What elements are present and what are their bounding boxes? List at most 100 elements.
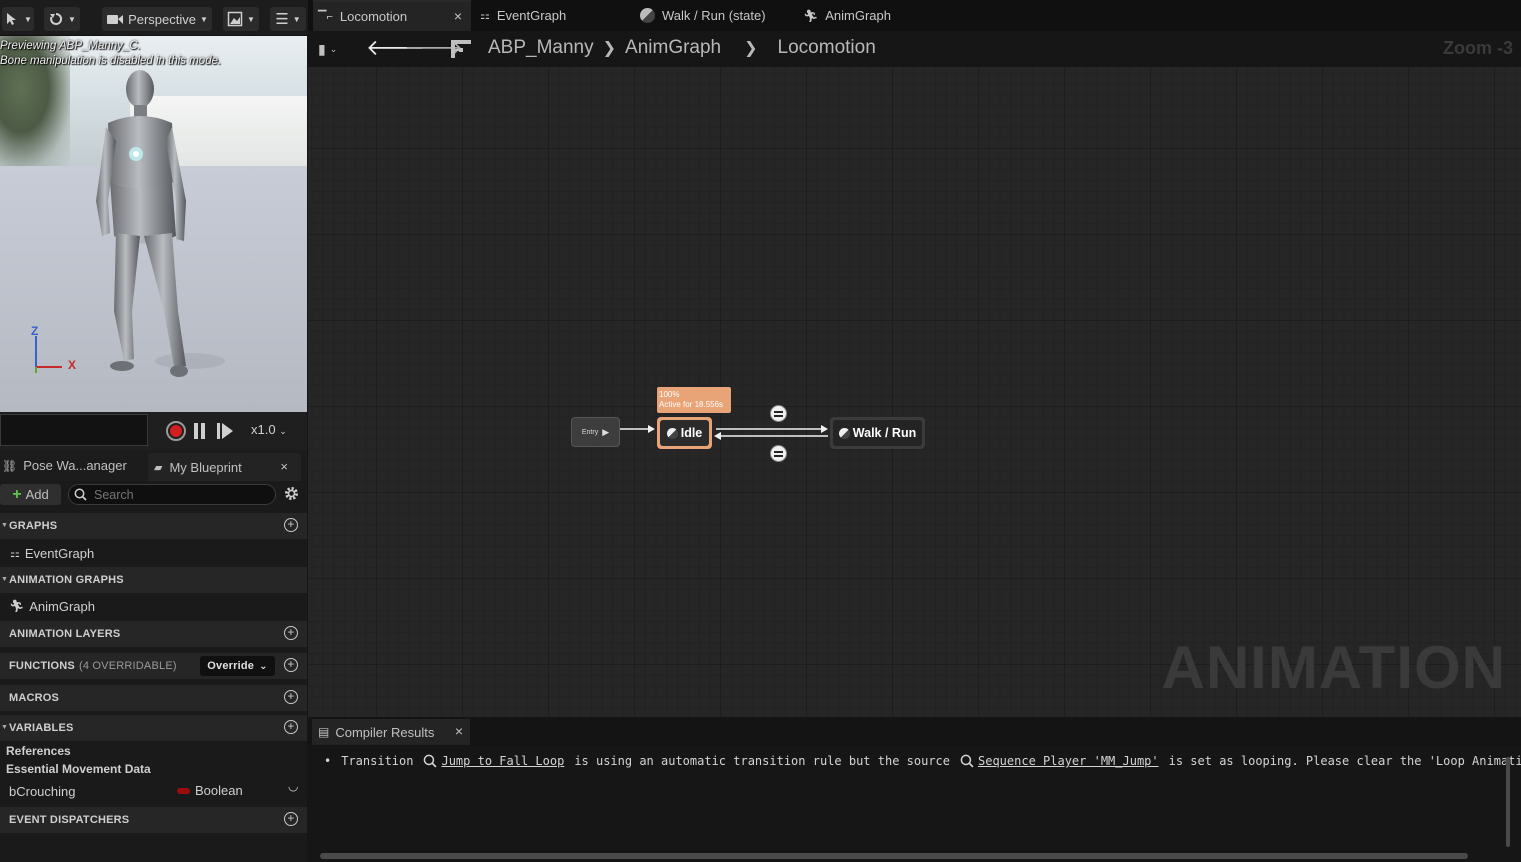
override-dropdown[interactable]: Override ⌄ <box>200 656 275 676</box>
variable-row[interactable]: bCrouching Boolean ◡ <box>0 779 307 803</box>
add-dispatcher-icon[interactable]: + <box>284 812 298 826</box>
category-essential-movement[interactable]: Essential Movement Data <box>0 760 307 778</box>
tab-event-graph-label: EventGraph <box>496 8 567 23</box>
breadcrumb-root[interactable]: ABP_Manny <box>488 37 594 59</box>
record-button[interactable] <box>166 421 186 441</box>
horizontal-scrollbar[interactable] <box>320 853 1468 859</box>
running-man-icon: 🏃︎ <box>803 8 819 23</box>
add-graph-icon[interactable]: + <box>284 518 298 532</box>
compiler-icon: ▤ <box>318 725 330 739</box>
add-macro-icon[interactable]: + <box>284 690 298 704</box>
section-animation-graphs[interactable]: ▼ ANIMATION GRAPHS <box>0 567 307 593</box>
playback-speed[interactable]: x1.0 ⌄ <box>251 422 287 437</box>
step-forward-icon <box>217 423 233 439</box>
my-blueprint-panel: + Add ▼ GRAPHS + ⚏ EventGraph ▼ ANIMATIO… <box>0 481 307 862</box>
tab-locomotion[interactable]: ▔⌐ Locomotion × <box>313 0 471 31</box>
event-graph-icon: ⚏ <box>480 10 490 22</box>
close-icon[interactable]: × <box>454 8 462 24</box>
category-references-label: References <box>6 744 71 758</box>
pose-watch-icon: ⛓ <box>2 458 18 473</box>
playback-bar: x1.0 ⌄ <box>0 412 307 450</box>
add-button-label: Add <box>25 487 49 502</box>
pause-button[interactable] <box>194 423 208 439</box>
section-animation-graphs-label: ANIMATION GRAPHS <box>9 574 124 586</box>
options-menu-button[interactable]: ☰ ▼ <box>270 7 306 31</box>
view-mode-button[interactable]: ▼ <box>223 7 259 31</box>
idle-state-node[interactable]: Idle <box>657 417 712 449</box>
section-event-dispatchers[interactable]: EVENT DISPATCHERS + <box>0 807 307 833</box>
item-anim-graph[interactable]: 🏃︎ AnimGraph <box>0 593 307 619</box>
item-event-graph[interactable]: ⚏ EventGraph <box>0 540 307 566</box>
section-animation-layers[interactable]: ANIMATION LAYERS + <box>0 621 307 647</box>
walk-run-state-node[interactable]: Walk / Run <box>830 417 925 449</box>
tab-compiler-results-label: Compiler Results <box>335 724 435 740</box>
section-functions-label: FUNCTIONS <box>9 660 75 672</box>
state-icon <box>640 8 655 23</box>
close-icon[interactable]: × <box>280 459 288 474</box>
entry-node[interactable]: Entry ▶ <box>571 417 620 447</box>
section-functions[interactable]: FUNCTIONS (4 OVERRIDABLE) Override ⌄ + <box>0 653 307 679</box>
step-forward-button[interactable] <box>216 422 234 440</box>
chevron-down-icon: ▼ <box>200 14 208 24</box>
section-macros[interactable]: MACROS + <box>0 685 307 711</box>
idle-debug-bubble: 100% Active for 18.556s <box>657 387 731 413</box>
visibility-eye-icon[interactable]: ◡ <box>288 779 298 793</box>
add-function-icon[interactable]: + <box>284 658 298 672</box>
tab-pose-watch-label: Pose Wa...anager <box>23 458 127 473</box>
search-icon <box>424 754 438 768</box>
tab-event-graph[interactable]: ⚏ EventGraph <box>480 0 566 31</box>
add-variable-icon[interactable]: + <box>284 720 298 734</box>
idle-label: Idle <box>680 426 703 440</box>
search-input[interactable] <box>94 487 264 502</box>
link-sequence-player[interactable]: Sequence Player 'MM_Jump' <box>978 754 1159 768</box>
previewing-text: Previewing ABP_Manny_C. <box>0 40 141 52</box>
preview-viewport[interactable]: Previewing ABP_Manny_C. Bone manipulatio… <box>0 36 307 412</box>
gear-icon <box>285 487 298 500</box>
timeline-scrubber[interactable] <box>0 414 148 446</box>
item-anim-graph-label: AnimGraph <box>29 598 95 614</box>
section-variables-label: VARIABLES <box>9 722 74 734</box>
cursor-icon <box>7 13 17 25</box>
add-layer-icon[interactable]: + <box>284 626 298 640</box>
tab-compiler-results[interactable]: ▤ Compiler Results × <box>312 719 470 745</box>
tab-pose-watch[interactable]: ⛓ Pose Wa...anager <box>0 450 146 481</box>
rotate-icon <box>50 12 63 25</box>
perspective-button[interactable]: Perspective ▼ <box>102 7 212 31</box>
event-graph-icon: ⚏ <box>10 547 20 560</box>
chevron-down-icon: ⌄ <box>329 43 338 54</box>
transition-rule-icon[interactable] <box>770 445 787 462</box>
chevron-down-icon: ▼ <box>292 14 301 24</box>
link-jump-to-fall-loop[interactable]: Jump to Fall Loop <box>441 754 564 768</box>
transition-rule-icon[interactable] <box>770 405 787 422</box>
viewport-toolbar: ▼ ▼ Perspective ▼ ▼ ☰ ▼ <box>0 0 308 36</box>
section-graphs[interactable]: ▼ GRAPHS + <box>0 513 307 539</box>
transform-mode-button[interactable]: ▼ <box>44 7 80 31</box>
vertical-scrollbar[interactable] <box>1506 757 1510 847</box>
graph-canvas[interactable]: Entry ▶ 100% Active for 18.556s Idle Wal… <box>308 67 1521 717</box>
search-box[interactable] <box>68 484 276 505</box>
tab-walk-run-state[interactable]: Walk / Run (state) <box>640 0 766 31</box>
category-references[interactable]: References <box>0 742 307 760</box>
tab-anim-graph[interactable]: 🏃︎ AnimGraph <box>803 0 891 31</box>
bookmark-button[interactable]: ▮ ⌄ <box>318 40 350 58</box>
section-variables[interactable]: ▼ VARIABLES + <box>0 715 307 741</box>
section-graphs-label: GRAPHS <box>9 520 58 532</box>
camera-icon <box>107 15 124 24</box>
breadcrumb: ABP_Manny ❯ AnimGraph ❯ Locomotion <box>488 37 876 59</box>
add-button[interactable]: + Add <box>0 484 61 505</box>
breadcrumb-animgraph[interactable]: AnimGraph <box>625 37 721 59</box>
close-icon[interactable]: × <box>455 723 463 739</box>
search-icon <box>74 488 87 501</box>
chevron-down-icon: ⌄ <box>259 660 268 672</box>
idle-active-time: Active for 18.556s <box>659 400 724 409</box>
settings-button[interactable] <box>283 485 300 502</box>
graph-tab-bar: ▔⌐ Locomotion × ⚏ EventGraph Walk / Run … <box>308 0 1521 31</box>
category-essential-movement-label: Essential Movement Data <box>6 762 151 776</box>
select-mode-button[interactable]: ▼ <box>2 7 34 31</box>
tab-anim-graph-label: AnimGraph <box>825 8 891 23</box>
compiler-results-panel: ▤ Compiler Results × • Transition Jump t… <box>308 717 1521 862</box>
left-panel-tabs: ⛓ Pose Wa...anager ▰ My Blueprint × <box>0 450 307 481</box>
tab-my-blueprint[interactable]: ▰ My Blueprint × <box>148 453 301 481</box>
chevron-down-icon: ⌄ <box>279 426 287 436</box>
breadcrumb-locomotion[interactable]: Locomotion <box>778 37 876 59</box>
